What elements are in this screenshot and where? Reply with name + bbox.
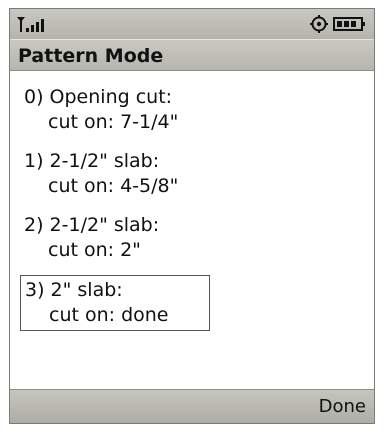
title-bar: Pattern Mode [10,39,374,71]
list-item[interactable]: 2) 2-1/2" slab: cut on: 2" [20,211,163,265]
item-title: 0) Opening cut: [24,86,173,108]
page-title: Pattern Mode [18,45,164,67]
battery-icon [333,17,365,31]
antenna-signal-icon [17,17,44,32]
softkey-bar: Done [10,389,374,423]
item-cut: cut on: 7-1/4" [48,111,179,133]
status-icons [310,15,365,33]
item-title: 1) 2-1/2" slab: [24,150,160,172]
done-softkey[interactable]: Done [319,396,366,417]
item-cut: cut on: done [49,304,169,326]
item-cut: cut on: 4-5/8" [48,175,179,197]
settings-icon [310,15,328,33]
pattern-list: 0) Opening cut: cut on: 7-1/4" 1) 2-1/2"… [10,73,374,393]
list-item-selected[interactable]: 3) 2" slab: cut on: done [20,275,210,331]
list-item[interactable]: 0) Opening cut: cut on: 7-1/4" [20,83,182,137]
status-bar [10,9,374,39]
phone-screen: Pattern Mode 0) Opening cut: cut on: 7-1… [9,8,375,424]
item-cut: cut on: 2" [48,239,141,261]
list-item[interactable]: 1) 2-1/2" slab: cut on: 4-5/8" [20,147,182,201]
item-title: 2) 2-1/2" slab: [24,214,160,236]
item-title: 3) 2" slab: [25,279,123,301]
